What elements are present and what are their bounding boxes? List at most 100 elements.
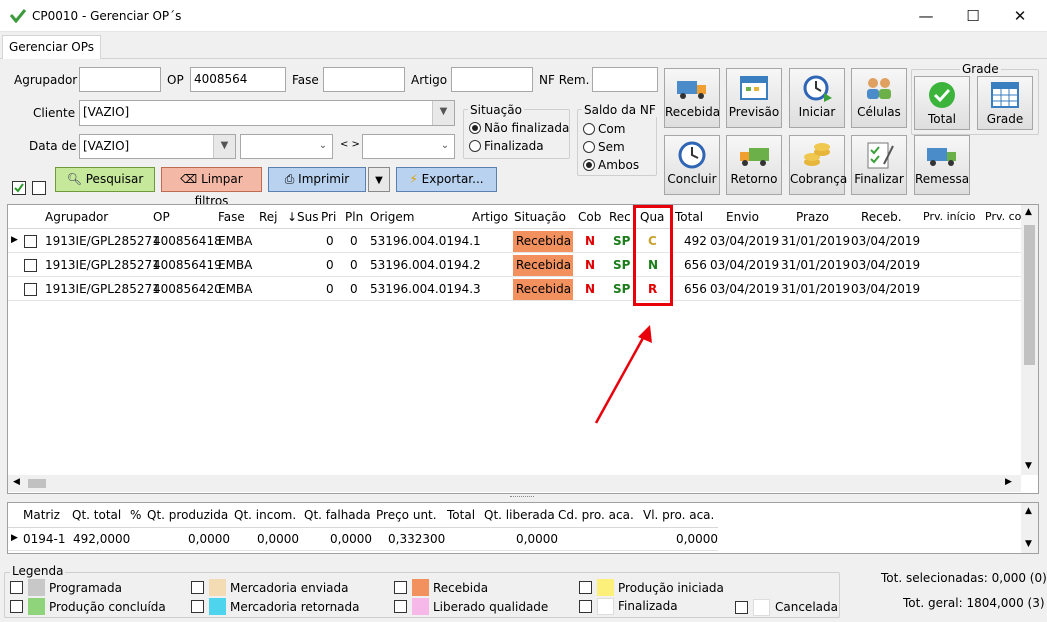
chevron-down-icon[interactable]: ⌄ bbox=[314, 135, 332, 158]
close-button[interactable]: ✕ bbox=[997, 0, 1043, 32]
col-qt-falhada[interactable]: Qt. falhada bbox=[304, 508, 371, 522]
col-artigo[interactable]: Artigo bbox=[472, 210, 508, 224]
col-total[interactable]: Total bbox=[447, 508, 475, 522]
chevron-right-icon[interactable]: ▶ bbox=[1005, 477, 1012, 487]
col-origem[interactable]: Origem bbox=[370, 210, 414, 224]
imprimir-button[interactable]: ⎙ Imprimir bbox=[268, 167, 366, 192]
total-button[interactable]: Total bbox=[914, 76, 970, 130]
radio-com[interactable]: Com bbox=[583, 122, 625, 136]
horizontal-scrollbar[interactable]: ◀ ▶ bbox=[8, 475, 1021, 492]
chevron-down-icon[interactable]: ⌄ bbox=[436, 135, 454, 158]
col-percent[interactable]: % bbox=[130, 508, 141, 522]
col-cd-pro-aca[interactable]: Cd. pro. aca. bbox=[558, 508, 634, 522]
col-qt-liberada[interactable]: Qt. liberada bbox=[484, 508, 555, 522]
row-checkbox[interactable] bbox=[24, 235, 37, 248]
col-qt-produzida[interactable]: Qt. produzida bbox=[147, 508, 228, 522]
table-row[interactable]: 1913IE/GPL285271 400856420 EMBA 0 0 5319… bbox=[8, 278, 1021, 301]
col-fase[interactable]: Fase bbox=[218, 210, 245, 224]
col-cob[interactable]: Cob bbox=[578, 210, 601, 224]
chevron-down-icon[interactable]: ▼ bbox=[213, 135, 235, 158]
legend-checkbox-cancelada[interactable] bbox=[735, 601, 748, 614]
detail-grid[interactable]: Matriz Qt. total % Qt. produzida Qt. inc… bbox=[7, 502, 1039, 554]
radio-nao-finalizada[interactable]: Não finalizada bbox=[469, 121, 569, 135]
col-sus[interactable]: ↓Sus bbox=[287, 210, 319, 224]
col-pri[interactable]: Pri bbox=[321, 210, 336, 224]
celulas-button[interactable]: Células bbox=[851, 68, 907, 128]
col-qt-total[interactable]: Qt. total bbox=[72, 508, 121, 522]
legend-checkbox-finalizada[interactable] bbox=[579, 600, 592, 613]
minimize-button[interactable]: — bbox=[903, 0, 949, 32]
legend-checkbox-mercadoria-enviada[interactable] bbox=[191, 581, 204, 594]
datade-combo[interactable]: [VAZIO] ▼ bbox=[79, 134, 236, 159]
legend-checkbox-programada[interactable] bbox=[10, 581, 23, 594]
vertical-scrollbar[interactable]: ▲ ▼ bbox=[1021, 205, 1038, 475]
scroll-thumb[interactable] bbox=[1024, 225, 1035, 365]
col-prazo[interactable]: Prazo bbox=[796, 210, 829, 224]
legend-checkbox-liberado-qualidade[interactable] bbox=[394, 600, 407, 613]
detail-row[interactable]: ▶ 0194-1 492,0000 0,0000 0,0000 0,0000 0… bbox=[8, 528, 718, 551]
col-vl-pro-aca[interactable]: Vl. pro. aca. bbox=[643, 508, 714, 522]
tab-gerenciar-ops[interactable]: Gerenciar OPs bbox=[2, 35, 101, 60]
grade-button[interactable]: Grade bbox=[977, 76, 1033, 130]
iniciar-button[interactable]: Iniciar bbox=[789, 68, 845, 128]
cell-op: 400856419 bbox=[153, 258, 222, 272]
chevron-down-icon[interactable]: ▼ bbox=[432, 101, 454, 125]
chevron-up-icon[interactable]: ▲ bbox=[1025, 506, 1032, 516]
finalizar-button[interactable]: Finalizar bbox=[851, 135, 907, 195]
imprimir-dropdown[interactable]: ▼ bbox=[368, 167, 390, 192]
col-prv-inicio[interactable]: Prv. início bbox=[923, 210, 976, 223]
chevron-left-icon[interactable]: ◀ bbox=[13, 477, 20, 487]
previsao-button[interactable]: Previsão bbox=[726, 68, 782, 128]
row-checkbox[interactable] bbox=[24, 283, 37, 296]
col-rec[interactable]: Rec bbox=[609, 210, 631, 224]
splitter-handle[interactable] bbox=[510, 496, 534, 499]
date-to-picker[interactable]: ⌄ bbox=[362, 134, 455, 159]
radio-ambos[interactable]: Ambos bbox=[583, 158, 639, 172]
pesquisar-button[interactable]: 🔍︎ Pesquisar bbox=[55, 167, 155, 192]
chevron-up-icon[interactable]: ▲ bbox=[1025, 207, 1032, 217]
ops-grid[interactable]: Agrupador OP Fase Rej ↓Sus Pri Pln Orige… bbox=[7, 204, 1039, 494]
col-op[interactable]: OP bbox=[153, 210, 170, 224]
table-row[interactable]: 1913IE/GPL285271 400856419 EMBA 0 0 5319… bbox=[8, 254, 1021, 277]
row-checkbox[interactable] bbox=[24, 259, 37, 272]
h-scroll-thumb[interactable] bbox=[28, 479, 46, 488]
col-situacao[interactable]: Situação bbox=[514, 210, 566, 224]
limpar-filtros-button[interactable]: ⌫ Limpar filtros bbox=[161, 167, 262, 208]
op-input[interactable]: 4008564 bbox=[190, 67, 286, 92]
detail-scrollbar[interactable]: ▲ ▼ bbox=[1021, 503, 1038, 553]
col-rej[interactable]: Rej bbox=[259, 210, 278, 224]
recebida-button[interactable]: Recebida bbox=[664, 68, 720, 128]
col-total[interactable]: Total bbox=[675, 210, 703, 224]
maximize-button[interactable]: ☐ bbox=[950, 0, 996, 32]
nfrem-input[interactable] bbox=[592, 67, 658, 92]
date-from-picker[interactable]: ⌄ bbox=[240, 134, 333, 159]
table-row[interactable]: ▶ 1913IE/GPL285271 400856418 EMBA 0 0 53… bbox=[8, 230, 1021, 253]
chevron-down-icon[interactable]: ▼ bbox=[1025, 539, 1032, 549]
col-preco-unt[interactable]: Preço unt. bbox=[376, 508, 437, 522]
legend-checkbox-producao-iniciada[interactable] bbox=[579, 581, 592, 594]
cliente-combo[interactable]: [VAZIO] ▼ bbox=[79, 100, 455, 126]
cobranca-button[interactable]: Cobrança bbox=[789, 135, 847, 195]
artigo-input[interactable] bbox=[451, 67, 533, 92]
remessa-button[interactable]: Remessa bbox=[914, 135, 970, 195]
agrupador-input[interactable] bbox=[79, 67, 161, 92]
col-agrupador[interactable]: Agrupador bbox=[45, 210, 108, 224]
legend-checkbox-producao-concluida[interactable] bbox=[10, 600, 23, 613]
legend-checkbox-recebida[interactable] bbox=[394, 581, 407, 594]
col-envio[interactable]: Envio bbox=[726, 210, 759, 224]
col-matriz[interactable]: Matriz bbox=[23, 508, 60, 522]
exportar-button[interactable]: ⚡ Exportar... bbox=[396, 167, 497, 192]
col-receb[interactable]: Receb. bbox=[861, 210, 902, 224]
radio-sem[interactable]: Sem bbox=[583, 140, 625, 154]
col-qt-incom[interactable]: Qt. incom. bbox=[234, 508, 296, 522]
col-pln[interactable]: Pln bbox=[345, 210, 363, 224]
select-all-checkbox[interactable] bbox=[12, 181, 26, 195]
radio-finalizada[interactable]: Finalizada bbox=[469, 139, 544, 153]
fase-input[interactable] bbox=[323, 67, 405, 92]
concluir-button[interactable]: Concluir bbox=[664, 135, 720, 195]
deselect-all-checkbox[interactable] bbox=[32, 181, 46, 195]
legend-checkbox-mercadoria-retornada[interactable] bbox=[191, 600, 204, 613]
retorno-button[interactable]: Retorno bbox=[726, 135, 782, 195]
col-prv-con[interactable]: Prv. con bbox=[985, 210, 1021, 223]
chevron-down-icon[interactable]: ▼ bbox=[1025, 461, 1032, 471]
